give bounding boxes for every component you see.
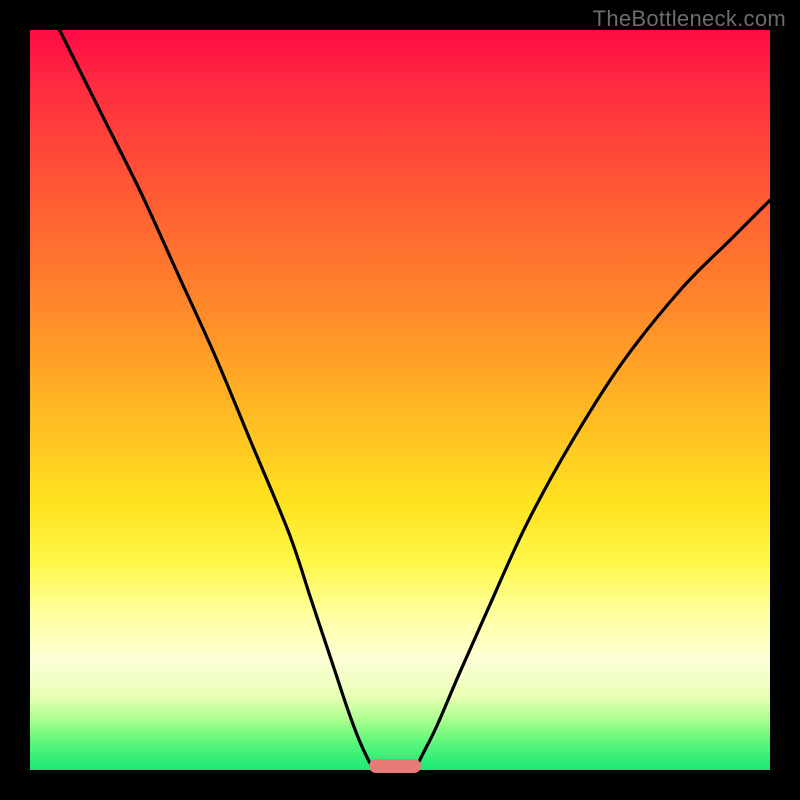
right-curve <box>415 200 770 770</box>
watermark-text: TheBottleneck.com <box>593 6 786 32</box>
plot-area <box>30 30 770 770</box>
cusp-marker <box>369 759 421 773</box>
chart-frame: TheBottleneck.com <box>0 0 800 800</box>
left-curve <box>60 30 375 770</box>
curves-svg <box>30 30 770 770</box>
